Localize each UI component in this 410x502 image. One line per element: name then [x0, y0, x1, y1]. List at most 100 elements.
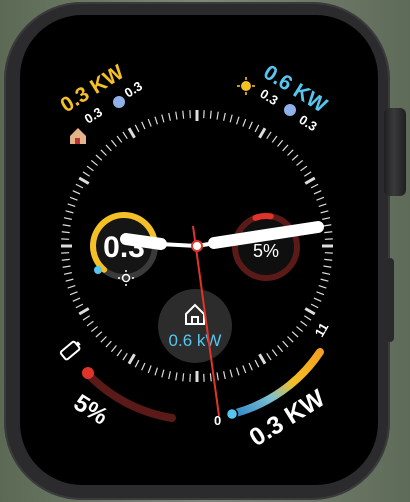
dial-tick — [324, 258, 333, 261]
dial-tick — [209, 373, 212, 382]
dial-tick — [223, 371, 226, 380]
dial-tick — [122, 131, 128, 139]
dial-tick — [216, 111, 219, 120]
dial-tick — [310, 183, 319, 189]
dial-tick — [304, 315, 312, 321]
dial-tick — [69, 196, 78, 201]
dial-tick — [78, 176, 90, 185]
battery-icon — [59, 340, 81, 361]
dial-tick — [67, 203, 76, 208]
dial-tick — [209, 110, 212, 119]
dial-tick — [110, 139, 117, 147]
dial-tick — [296, 159, 304, 166]
dial-tick — [100, 149, 107, 156]
dial-tick — [86, 165, 94, 172]
dial-tick — [100, 336, 107, 343]
dial-tick — [154, 116, 159, 125]
right-gauge-arc — [252, 213, 274, 221]
load-power-value: 0.3 KW — [244, 384, 330, 452]
complication-right-gauge[interactable]: 5% — [232, 213, 300, 281]
dial-tick — [134, 359, 140, 368]
dial-tick — [291, 154, 299, 161]
dial-tick — [291, 331, 299, 338]
load-gauge-min: 0 — [214, 413, 221, 428]
complication-left-gauge[interactable]: 0.3 — [90, 212, 158, 286]
dial-tick — [223, 112, 226, 121]
dial-tick — [105, 340, 112, 348]
dial-tick — [318, 284, 327, 289]
dial-tick — [323, 265, 332, 268]
complication-bottom-right[interactable]: 0 11 0.3 KW — [214, 320, 331, 452]
dial-tick — [182, 110, 185, 119]
dial-tick — [168, 112, 171, 121]
watch-face: 0.3 KW 0.3 0.3 0.6 KW 0.3 0.3 0.3 5% 0.6… — [56, 61, 333, 452]
load-gauge-dot — [225, 407, 239, 421]
dial-tick — [65, 278, 74, 282]
dial-tick — [229, 114, 233, 123]
hour-hand — [120, 233, 198, 250]
dial-tick — [266, 353, 272, 361]
complication-center[interactable]: 0.6 kW — [158, 289, 232, 363]
dial-tick — [95, 154, 103, 161]
dial-tick — [277, 345, 284, 353]
dial-tick — [320, 210, 329, 214]
dial-tick — [127, 353, 136, 365]
dial-tick — [313, 190, 322, 195]
dial-tick — [72, 297, 81, 302]
dial-tick — [304, 176, 316, 185]
dial-tick — [322, 217, 331, 220]
dial-tick — [318, 203, 327, 208]
dial-tick — [271, 349, 278, 357]
dial-tick — [72, 190, 81, 195]
dial-tick — [313, 297, 322, 302]
dial-tick — [175, 372, 178, 381]
house-icon — [70, 128, 86, 144]
dial-tick — [78, 307, 90, 316]
dial-tick — [134, 124, 140, 133]
dial-tick — [229, 369, 233, 378]
dial-tick — [287, 336, 294, 343]
dial-tick — [95, 331, 103, 338]
dial-tick — [69, 291, 78, 296]
dial-tick — [116, 349, 123, 357]
dial-tick — [127, 127, 136, 139]
dial-tick — [82, 315, 90, 321]
dial-tick — [254, 124, 260, 133]
dial-tick — [248, 362, 253, 371]
dial-tick — [154, 367, 159, 376]
dial-tick — [235, 367, 240, 376]
dial-tick — [90, 326, 98, 333]
dial-tick — [90, 159, 98, 166]
dial-tick — [304, 171, 312, 177]
dial-tick — [141, 362, 146, 371]
dial-tick — [282, 340, 289, 348]
load-gauge-max: 11 — [312, 320, 332, 339]
dial-tick — [147, 365, 152, 374]
dial-tick — [82, 171, 90, 177]
dial-tick — [235, 116, 240, 125]
dial-tick — [105, 144, 112, 152]
dial-tick — [324, 231, 333, 234]
dial-tick — [168, 371, 171, 380]
dial-tick — [320, 278, 329, 282]
dial-tick — [242, 118, 247, 127]
dial-tick — [175, 111, 178, 120]
complication-bottom-left[interactable]: 5% — [59, 339, 176, 430]
dial-tick — [62, 224, 71, 227]
dial-tick — [147, 118, 152, 127]
right-gauge-value: 5% — [253, 241, 279, 261]
dial-tick — [300, 320, 308, 327]
dial-tick — [63, 272, 72, 275]
dial-tick — [62, 265, 71, 268]
battery-level-dot — [82, 367, 94, 379]
dial-tick — [310, 303, 319, 309]
dial-tick — [316, 291, 325, 296]
dial-tick — [161, 369, 165, 378]
dial-tick — [323, 224, 332, 227]
dial-tick — [61, 231, 70, 234]
left-gauge-dot — [94, 266, 102, 274]
dial-tick — [258, 353, 267, 365]
dial-tick — [75, 303, 84, 309]
globe-icon — [113, 96, 125, 108]
dial-tick — [86, 320, 94, 327]
